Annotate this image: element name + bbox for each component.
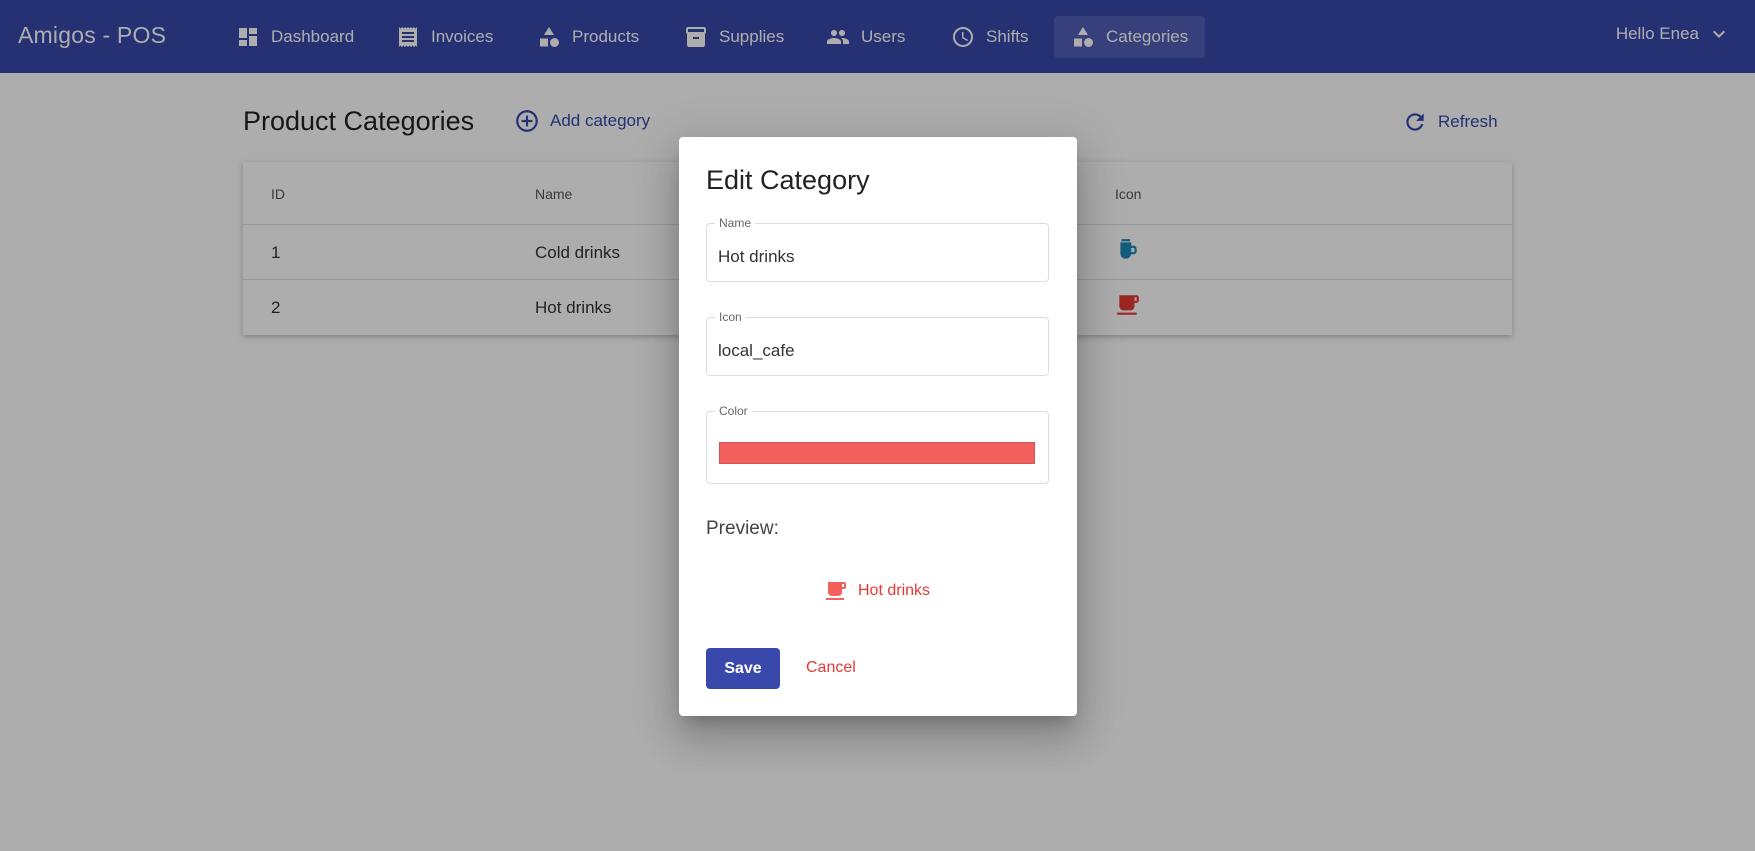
save-button[interactable]: Save xyxy=(706,648,780,689)
icon-field[interactable]: Icon local_cafe xyxy=(706,310,1049,376)
name-field-value[interactable]: Hot drinks xyxy=(718,247,795,267)
preview-text: Hot drinks xyxy=(858,582,931,599)
name-field[interactable]: Name Hot drinks xyxy=(706,216,1049,282)
icon-field-value[interactable]: local_cafe xyxy=(718,341,795,361)
cancel-button[interactable]: Cancel xyxy=(806,659,856,677)
color-swatch[interactable] xyxy=(719,442,1035,464)
local-cafe-icon xyxy=(826,582,846,600)
icon-field-label: Icon xyxy=(715,310,746,324)
category-preview: Hot drinks xyxy=(824,579,930,603)
preview-label: Preview: xyxy=(706,518,779,539)
dialog-title: Edit Category xyxy=(706,165,870,195)
color-field-label: Color xyxy=(715,404,752,418)
name-field-label: Name xyxy=(715,216,756,230)
edit-category-dialog: Edit Category Name Hot drinks Icon local… xyxy=(679,137,1077,716)
color-field[interactable]: Color xyxy=(706,404,1049,484)
